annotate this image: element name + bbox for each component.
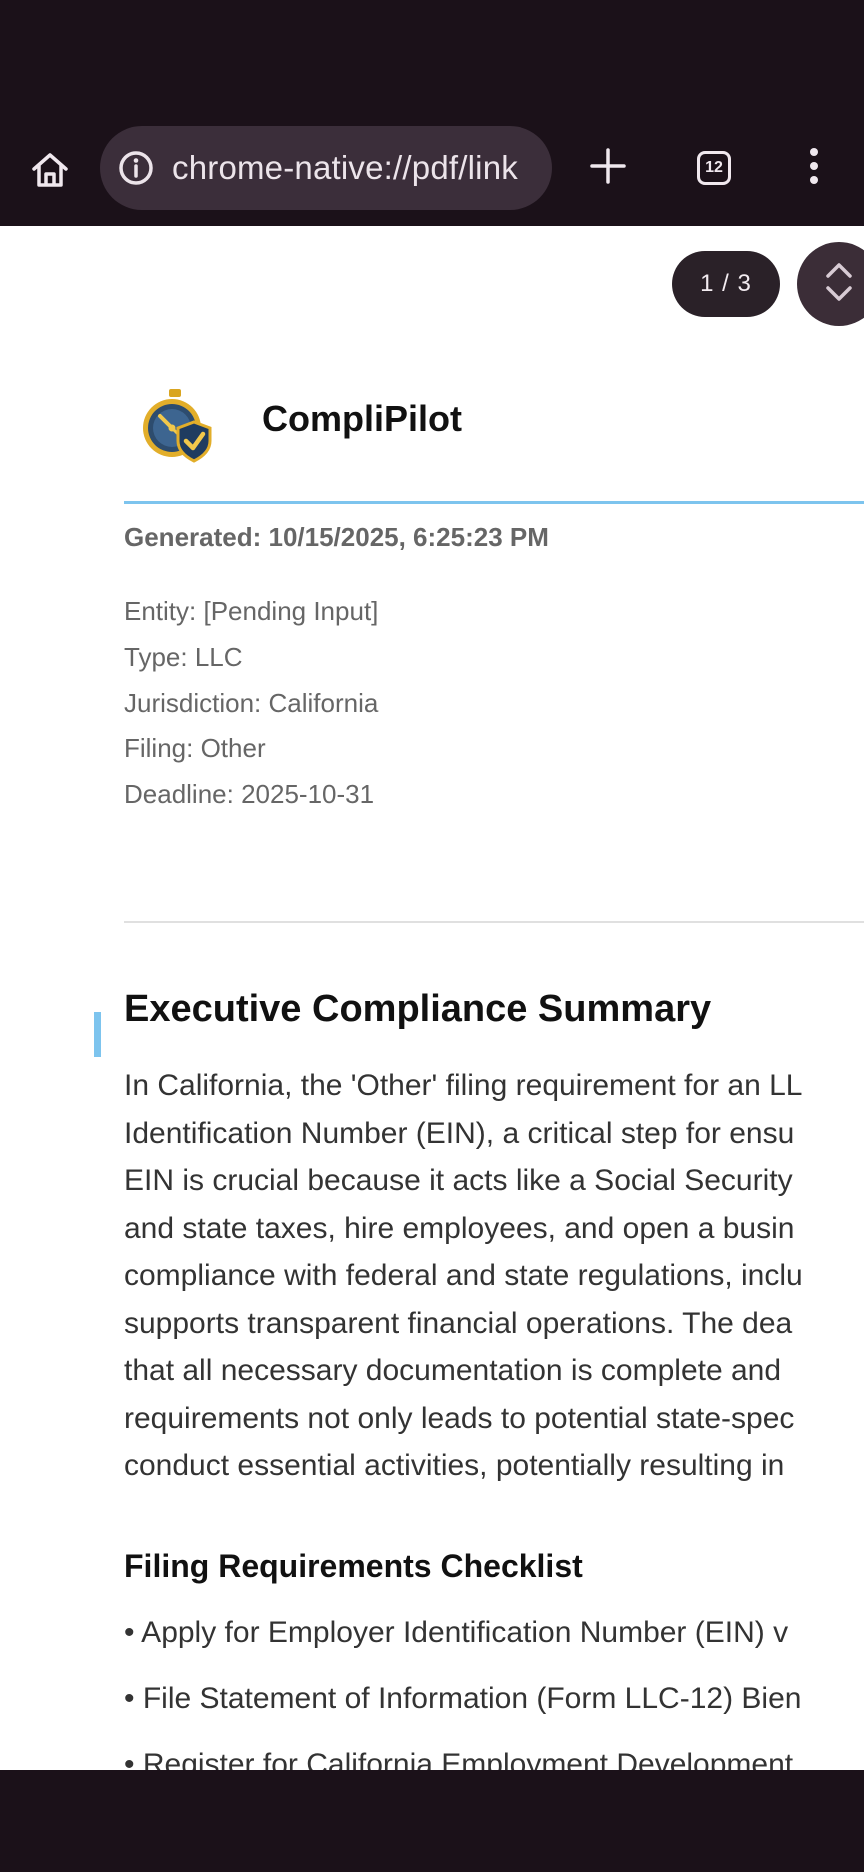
section-divider	[124, 921, 864, 923]
chevron-up-down-icon	[824, 260, 854, 309]
summary-paragraph: In California, the 'Other' filing requir…	[124, 1062, 864, 1490]
meta-type: Type: LLC	[124, 642, 243, 672]
address-bar[interactable]: chrome-native://pdf/link	[100, 126, 552, 210]
summary-line: requirements not only leads to potential…	[124, 1401, 795, 1435]
menu-button[interactable]	[778, 132, 850, 204]
tab-switcher-button[interactable]: 12	[678, 132, 750, 204]
generated-timestamp: Generated: 10/15/2025, 6:25:23 PM	[124, 522, 549, 552]
browser-toolbar: chrome-native://pdf/link 12	[0, 110, 864, 336]
url-text: chrome-native://pdf/link	[172, 149, 518, 186]
info-icon[interactable]	[116, 148, 156, 188]
summary-line: In California, the 'Other' filing requir…	[124, 1069, 803, 1102]
summary-line: and state taxes, hire employees, and ope…	[124, 1211, 795, 1245]
checklist-item: • File Statement of Information (Form LL…	[124, 1682, 802, 1715]
brand-name: CompliPilot	[262, 398, 462, 439]
complipilot-logo	[136, 386, 216, 466]
system-navigation-bar	[0, 1770, 864, 1872]
summary-line: EIN is crucial because it acts like a So…	[124, 1164, 793, 1197]
new-tab-button[interactable]	[572, 132, 644, 204]
home-icon	[28, 148, 72, 197]
pdf-viewer[interactable]: 1 / 3 CompliPilot Generated: 10/15/2025,…	[0, 226, 864, 1770]
checklist-item: • Apply for Employer Identification Numb…	[124, 1616, 789, 1649]
header-divider	[124, 501, 864, 504]
summary-line: supports transparent financial operation…	[124, 1306, 793, 1340]
meta-entity: Entity: [Pending Input]	[124, 596, 379, 626]
summary-line: that all necessary documentation is comp…	[124, 1354, 782, 1387]
checklist-title: Filing Requirements Checklist	[124, 1548, 583, 1584]
meta-filing: Filing: Other	[124, 733, 266, 763]
section-accent-bar	[94, 1012, 101, 1057]
meta-deadline: Deadline: 2025-10-31	[124, 779, 375, 809]
home-button[interactable]	[14, 136, 86, 208]
page-indicator: 1 / 3	[672, 251, 780, 317]
status-bar	[0, 0, 864, 110]
summary-line: Identification Number (EIN), a critical …	[124, 1116, 795, 1150]
section-title: Executive Compliance Summary	[124, 988, 712, 1030]
tab-count: 12	[705, 159, 723, 176]
more-vert-icon	[808, 146, 820, 191]
tab-switcher-icon: 12	[697, 151, 731, 185]
plus-icon	[588, 146, 628, 191]
scroll-handle[interactable]	[797, 242, 864, 326]
meta-jurisdiction: Jurisdiction: California	[124, 688, 379, 718]
checklist-item: • Register for California Employment Dev…	[124, 1748, 794, 1770]
summary-line: conduct essential activities, potentiall…	[124, 1449, 785, 1482]
summary-line: compliance with federal and state regula…	[124, 1259, 803, 1292]
